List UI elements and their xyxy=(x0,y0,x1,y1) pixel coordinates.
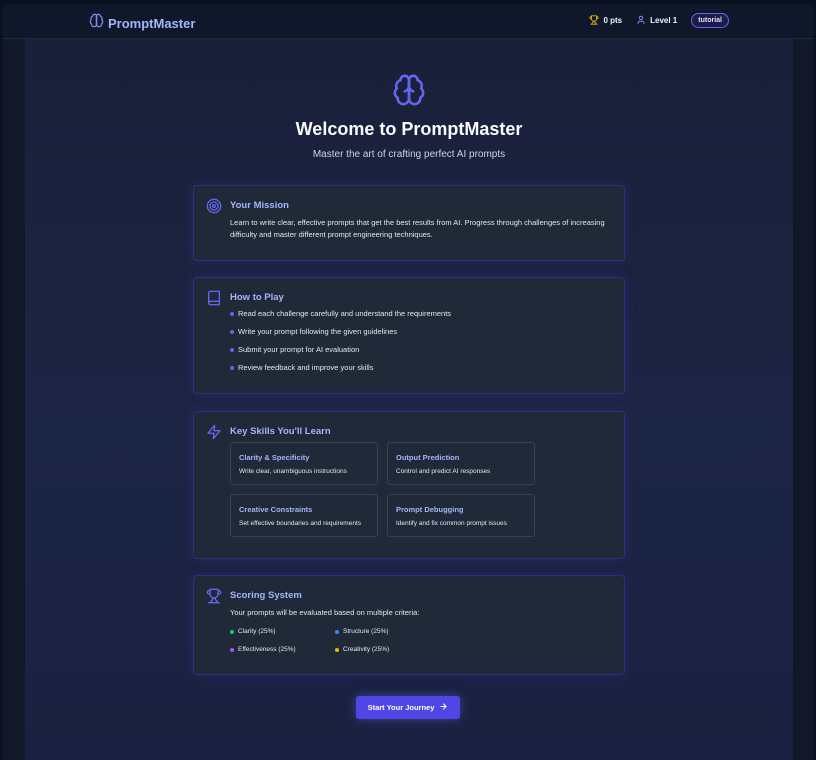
skill-card: Output Prediction Control and predict AI… xyxy=(387,442,535,485)
criterion-effectiveness: Effectiveness (25%) xyxy=(230,646,296,653)
brand-name: PromptMaster xyxy=(108,15,196,31)
level-display: Level 1 xyxy=(636,15,677,27)
scoring-intro: Your prompts will be evaluated based on … xyxy=(230,608,420,617)
top-navbar: PromptMaster 0 pts Level 1 tutorial xyxy=(3,4,813,39)
start-journey-button[interactable]: Start Your Journey xyxy=(356,696,460,719)
points-display: 0 pts xyxy=(589,14,623,27)
mission-title: Your Mission xyxy=(230,200,289,211)
steps-list: Read each challenge carefully and unders… xyxy=(230,309,451,381)
scoring-card: Scoring System Your prompts will be eval… xyxy=(193,575,625,675)
list-item: Read each challenge carefully and unders… xyxy=(230,309,451,327)
mission-card: Your Mission Learn to write clear, effec… xyxy=(193,185,625,261)
level-value: Level 1 xyxy=(650,16,678,25)
criterion-clarity: Clarity (25%) xyxy=(230,628,276,635)
book-icon xyxy=(206,290,222,311)
arrow-right-icon xyxy=(439,702,448,713)
list-item: Submit your prompt for AI evaluation xyxy=(230,345,451,363)
start-journey-label: Start Your Journey xyxy=(367,703,435,712)
criterion-structure: Structure (25%) xyxy=(335,628,389,635)
list-item: Write your prompt following the given gu… xyxy=(230,327,451,345)
mission-text: Learn to write clear, effective prompts … xyxy=(230,218,605,239)
trophy-icon xyxy=(589,14,600,27)
how-to-play-title: How to Play xyxy=(230,292,284,303)
list-item: Review feedback and improve your skills xyxy=(230,363,451,381)
page-subtitle: Master the art of crafting perfect AI pr… xyxy=(312,149,506,160)
brain-icon xyxy=(392,73,426,112)
target-icon xyxy=(206,198,222,219)
user-icon xyxy=(636,15,646,27)
app-window: PromptMaster 0 pts Level 1 tutorial Welc… xyxy=(3,4,813,760)
skill-card: Creative Constraints Set effective bound… xyxy=(230,494,378,537)
brain-icon xyxy=(89,13,104,33)
points-value: 0 pts xyxy=(603,16,623,25)
player-stats: 0 pts Level 1 tutorial xyxy=(589,13,729,28)
lightning-icon xyxy=(206,424,222,445)
mode-badge[interactable]: tutorial xyxy=(691,13,729,28)
skills-card: Key Skills You'll Learn Clarity & Specif… xyxy=(193,411,625,559)
page-title: Welcome to PromptMaster xyxy=(295,119,523,139)
brand-logo[interactable]: PromptMaster xyxy=(89,13,195,33)
skills-title: Key Skills You'll Learn xyxy=(230,426,331,437)
trophy-icon xyxy=(206,588,222,609)
scoring-title: Scoring System xyxy=(230,590,302,601)
how-to-play-card: How to Play Read each challenge carefull… xyxy=(193,277,625,394)
welcome-panel: Welcome to PromptMaster Master the art o… xyxy=(25,39,793,760)
skill-card: Prompt Debugging Identify and fix common… xyxy=(387,494,535,537)
criterion-creativity: Creativity (25%) xyxy=(335,646,389,653)
skill-card: Clarity & Specificity Write clear, unamb… xyxy=(230,442,378,485)
